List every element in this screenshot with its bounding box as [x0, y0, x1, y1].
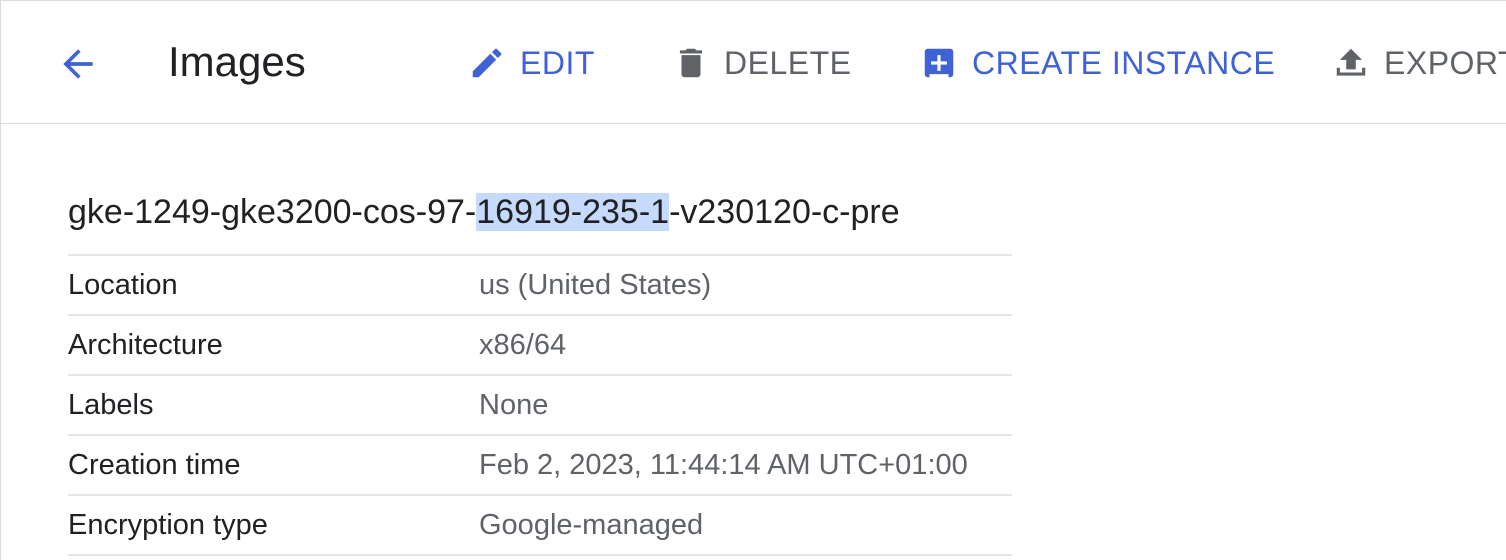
- image-name-heading: gke-1249-gke3200-cos-97-16919-235-1-v230…: [68, 188, 900, 236]
- add-box-icon: [920, 44, 958, 82]
- details-row-labels: Labels None: [68, 376, 1012, 436]
- pencil-icon: [468, 44, 506, 82]
- arrow-back-icon: [63, 49, 93, 79]
- details-row-encryption-type: Encryption type Google-managed: [68, 496, 1012, 556]
- details-row-creation-time: Creation time Feb 2, 2023, 11:44:14 AM U…: [68, 436, 1012, 496]
- details-row-location: Location us (United States): [68, 256, 1012, 316]
- image-name-prefix: gke-1249-gke3200-cos-97-: [68, 193, 477, 231]
- details-key: Creation time: [68, 448, 241, 481]
- details-key: Labels: [68, 388, 154, 421]
- details-value: us (United States): [479, 268, 712, 301]
- image-name-highlight: 16919-235-1: [476, 193, 670, 231]
- delete-button[interactable]: DELETE: [672, 40, 851, 86]
- export-button-label: EXPORT: [1384, 44, 1506, 81]
- back-button[interactable]: [52, 38, 104, 90]
- trash-icon: [672, 44, 710, 82]
- edit-button-label: EDIT: [520, 44, 595, 81]
- details-value: None: [479, 388, 549, 421]
- details-value: Feb 2, 2023, 11:44:14 AM UTC+01:00: [479, 448, 968, 481]
- delete-button-label: DELETE: [724, 44, 852, 81]
- details-value: x86/64: [479, 328, 567, 361]
- page-header: Images EDIT DELETE CREATE INSTANCE EXPOR…: [0, 0, 1506, 124]
- details-key: Encryption type: [68, 508, 268, 541]
- edit-button[interactable]: EDIT: [468, 40, 595, 86]
- upload-icon: [1332, 44, 1370, 82]
- details-key: Location: [68, 268, 178, 301]
- details-value: Google-managed: [479, 508, 704, 541]
- export-button[interactable]: EXPORT: [1332, 40, 1506, 86]
- create-instance-button[interactable]: CREATE INSTANCE: [920, 40, 1275, 86]
- details-row-architecture: Architecture x86/64: [68, 316, 1012, 376]
- details-table: Location us (United States) Architecture…: [68, 254, 1012, 556]
- create-instance-button-label: CREATE INSTANCE: [972, 44, 1276, 81]
- page-title: Images: [168, 38, 306, 85]
- details-key: Architecture: [68, 328, 223, 361]
- image-name-suffix: -v230120-c-pre: [669, 193, 900, 231]
